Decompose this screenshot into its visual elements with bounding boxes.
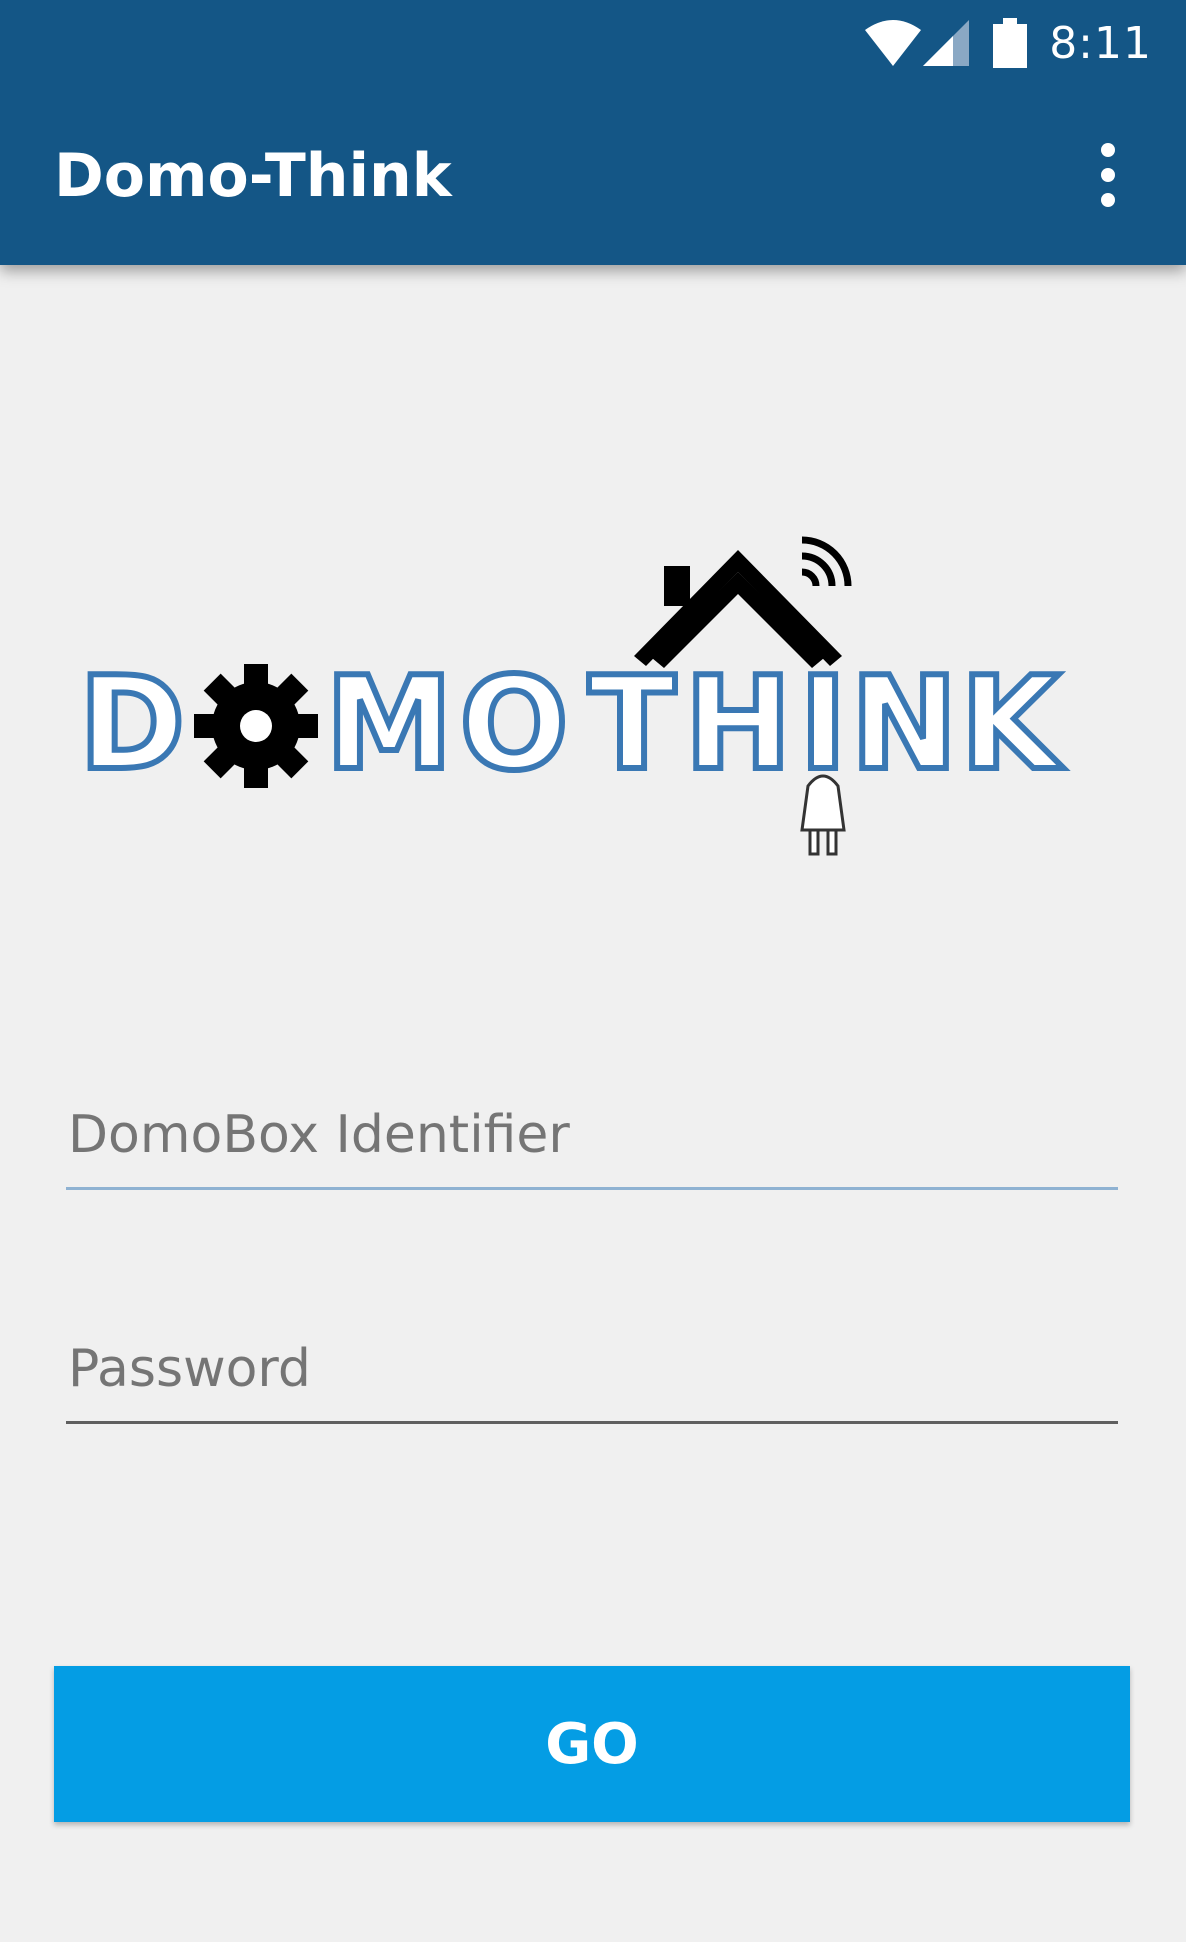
plug-icon — [800, 774, 846, 856]
password-underline — [66, 1421, 1118, 1424]
svg-text:M: M — [325, 650, 452, 799]
signal-icon — [923, 20, 970, 66]
status-icons: 8:11 — [865, 14, 1152, 72]
gear-icon — [194, 664, 318, 788]
identifier-underline — [66, 1187, 1118, 1190]
svg-text:N: N — [850, 650, 957, 799]
domobox-identifier-input[interactable] — [66, 1090, 1118, 1180]
app-bar: 8:11 Domo-Think — [0, 0, 1186, 265]
go-button[interactable]: GO — [54, 1666, 1130, 1822]
svg-text:H: H — [684, 650, 791, 799]
password-field — [66, 1324, 1118, 1424]
login-screen: 8:11 Domo-Think D M O T H I N K DomoBox … — [0, 0, 1186, 1942]
status-bar: 8:11 — [0, 0, 1186, 88]
status-clock: 8:11 — [1049, 17, 1152, 69]
svg-text:K: K — [960, 650, 1064, 799]
password-input[interactable] — [66, 1324, 1118, 1414]
svg-text:T: T — [588, 650, 675, 799]
battery-icon — [993, 18, 1028, 68]
svg-text:D: D — [86, 650, 185, 799]
app-title: Domo-Think — [54, 141, 452, 211]
wireless-signal-icon — [801, 536, 852, 587]
phone-frame: 8:11 Domo-Think D M O T H I N K DomoBox … — [0, 0, 1186, 1942]
domothink-logo: D M O T H I N K — [86, 536, 1067, 856]
overflow-menu-button[interactable] — [1090, 140, 1126, 210]
wifi-icon — [865, 20, 922, 66]
identifier-field — [66, 1090, 1118, 1190]
svg-text:O: O — [460, 650, 569, 799]
more-vert-icon — [1101, 143, 1115, 207]
